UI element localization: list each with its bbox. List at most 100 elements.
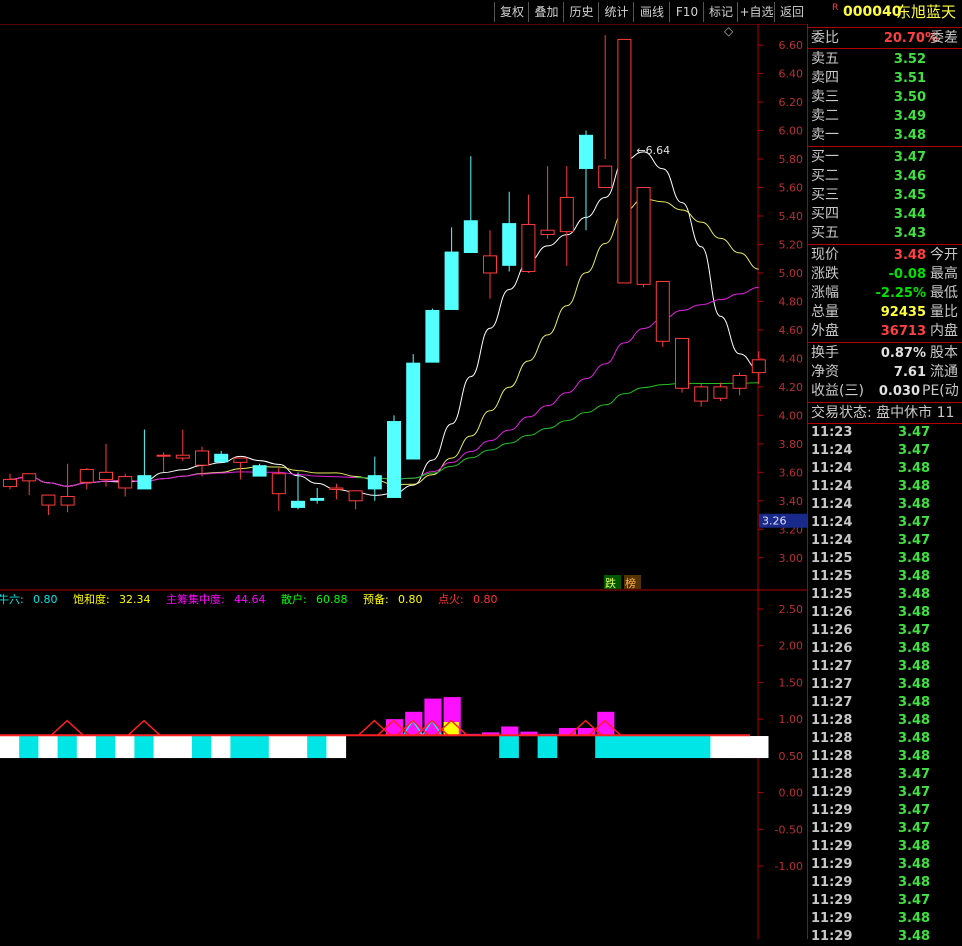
band-seg-0 bbox=[0, 736, 20, 759]
stat-label-1: 涨跌 bbox=[811, 266, 839, 282]
toolbar-button-0[interactable]: 复权 bbox=[494, 2, 529, 22]
candle-body-30 bbox=[579, 134, 593, 169]
tick-row-23: 11:29 3.48 bbox=[808, 838, 962, 856]
toolbar-button-3[interactable]: 统计 bbox=[598, 2, 634, 22]
stat-label-2: 涨幅 bbox=[811, 285, 839, 301]
tick-price-17: 3.48 bbox=[898, 731, 931, 746]
candle-body-4 bbox=[79, 468, 94, 483]
tick-time-5: 11:24 bbox=[811, 515, 853, 530]
toolbar-button-2[interactable]: 历史 bbox=[563, 2, 599, 22]
tick-row-19: 11:28 3.47 bbox=[808, 766, 962, 784]
toolbar-button-4[interactable]: 画线 bbox=[633, 2, 670, 22]
stat-row-1: 涨跌 -0.08 最高 bbox=[808, 265, 962, 284]
stat-value-4: 36713 bbox=[880, 324, 926, 339]
stat2-row-2: 收益(三) 0.030 PE(动 bbox=[808, 382, 962, 401]
candle-body-29 bbox=[559, 196, 574, 233]
candle-body-1 bbox=[22, 473, 37, 482]
tick-row-9: 11:25 3.48 bbox=[808, 586, 962, 604]
ask-row-0: 卖五 3.52 bbox=[808, 50, 962, 69]
tick-price-2: 3.48 bbox=[898, 461, 931, 476]
stat2-value-1: 7.61 bbox=[893, 365, 926, 380]
candle-body-26 bbox=[502, 223, 517, 266]
tick-time-23: 11:29 bbox=[811, 839, 853, 854]
toolbar-button-1[interactable]: 叠加 bbox=[528, 2, 564, 22]
ind-legend-value-4: 0.80 bbox=[398, 593, 423, 606]
toolbar-button-6[interactable]: 标记 bbox=[703, 2, 738, 22]
status-label: 交易状态: 盘中休市 11 bbox=[811, 405, 955, 421]
tick-row-8: 11:25 3.48 bbox=[808, 568, 962, 586]
toolbar-button-8[interactable]: 返回 bbox=[774, 2, 809, 22]
tick-time-17: 11:28 bbox=[811, 731, 853, 746]
ask-row-2: 卖三 3.50 bbox=[808, 88, 962, 107]
tick-row-1: 11:24 3.47 bbox=[808, 442, 962, 460]
tick-price-5: 3.47 bbox=[898, 515, 931, 530]
candle-body-36 bbox=[694, 386, 709, 402]
tick-price-27: 3.48 bbox=[898, 911, 931, 926]
chart-grid bbox=[0, 0, 808, 939]
tick-row-20: 11:29 3.47 bbox=[808, 784, 962, 802]
candles: ←6.64 跌榜 bbox=[3, 35, 766, 590]
band-seg-39 bbox=[748, 736, 769, 759]
ask-price-4: 3.48 bbox=[893, 128, 926, 143]
band-seg-28 bbox=[537, 736, 558, 759]
bid-label-0: 买一 bbox=[811, 149, 839, 165]
bid-label-3: 买四 bbox=[811, 206, 839, 222]
bid-price-3: 3.44 bbox=[893, 207, 926, 222]
candle-body-5 bbox=[99, 471, 113, 480]
tick-time-19: 11:28 bbox=[811, 767, 853, 782]
chart-toolbar: 复权 叠加 历史 统计 画线 F10 标记 +自选 返回 ◇ bbox=[0, 0, 809, 38]
band-seg-15 bbox=[288, 736, 308, 759]
tick-row-26: 11:29 3.47 bbox=[808, 892, 962, 910]
quote-panel: R 000040 东旭蓝天 委比 20.70% 委差 卖五 3.52 卖四 3.51 卖三 3.50 卖… bbox=[808, 0, 962, 944]
tick-row-24: 11:29 3.48 bbox=[808, 856, 962, 874]
stat2-label2-0: 股本 bbox=[930, 345, 958, 361]
ind-tick-3: 1.00 bbox=[779, 713, 804, 726]
stat2-row-0: 换手 0.87% 股本 bbox=[808, 344, 962, 363]
ind-legend-value-5: 0.80 bbox=[473, 593, 498, 606]
stat-row-3: 总量 92435 量比 bbox=[808, 303, 962, 322]
price-tick-13: 4.00 bbox=[779, 409, 804, 422]
band-seg-37 bbox=[710, 736, 731, 759]
weicha-label: 委差 bbox=[930, 30, 958, 46]
stat2-label-0: 换手 bbox=[811, 345, 839, 361]
band-seg-17 bbox=[326, 736, 347, 759]
stat2-value-0: 0.87% bbox=[880, 346, 926, 361]
toolbar-button-7[interactable]: +自选 bbox=[737, 2, 775, 22]
bid-row-3: 买四 3.44 bbox=[808, 205, 962, 224]
band-seg-26 bbox=[499, 736, 519, 759]
tick-time-9: 11:25 bbox=[811, 587, 853, 602]
band-seg-12 bbox=[230, 736, 251, 759]
tick-time-25: 11:29 bbox=[811, 875, 853, 890]
red-hump-7 bbox=[127, 719, 161, 736]
stat2-row-1: 净资 7.61 流通 bbox=[808, 363, 962, 382]
tick-price-10: 3.48 bbox=[898, 605, 931, 620]
bid-label-2: 买三 bbox=[811, 187, 839, 203]
toolbar-button-5[interactable]: F10 bbox=[669, 2, 704, 22]
tick-time-13: 11:27 bbox=[811, 659, 853, 674]
tick-row-6: 11:24 3.47 bbox=[808, 532, 962, 550]
ind-legend-label-4: 预备: bbox=[363, 592, 389, 606]
stat-value-3: 92435 bbox=[880, 305, 926, 320]
bid-price-2: 3.45 bbox=[893, 188, 926, 203]
tick-price-9: 3.48 bbox=[898, 587, 931, 602]
candle-body-27 bbox=[521, 224, 536, 273]
stat2-value-2: 0.030 bbox=[878, 384, 920, 399]
stat-value-0: 3.48 bbox=[893, 248, 926, 263]
price-tick-3: 6.00 bbox=[779, 125, 804, 138]
candle-body-16 bbox=[310, 497, 325, 501]
candle-body-22 bbox=[425, 309, 440, 363]
kline-chart[interactable]: ←6.64 跌榜 6.60 6.40 6.20 6.00 5.80 5.60 5.40 5.20… bbox=[0, 0, 808, 939]
band-seg-38 bbox=[729, 736, 750, 759]
price-tick-8: 5.00 bbox=[779, 267, 804, 280]
stat-label2-2: 最低 bbox=[930, 285, 958, 301]
ask-label-2: 卖三 bbox=[811, 89, 839, 105]
ind-tick-6: -0.50 bbox=[775, 823, 803, 836]
stock-badge: R bbox=[832, 3, 839, 13]
tick-price-14: 3.48 bbox=[898, 677, 931, 692]
status-row: 交易状态: 盘中休市 11 bbox=[808, 404, 962, 423]
band-seg-5 bbox=[96, 736, 116, 759]
candle-body-6 bbox=[118, 476, 133, 489]
band-seg-8 bbox=[153, 736, 174, 759]
sep-4 bbox=[808, 342, 962, 343]
tick-price-23: 3.48 bbox=[898, 839, 931, 854]
